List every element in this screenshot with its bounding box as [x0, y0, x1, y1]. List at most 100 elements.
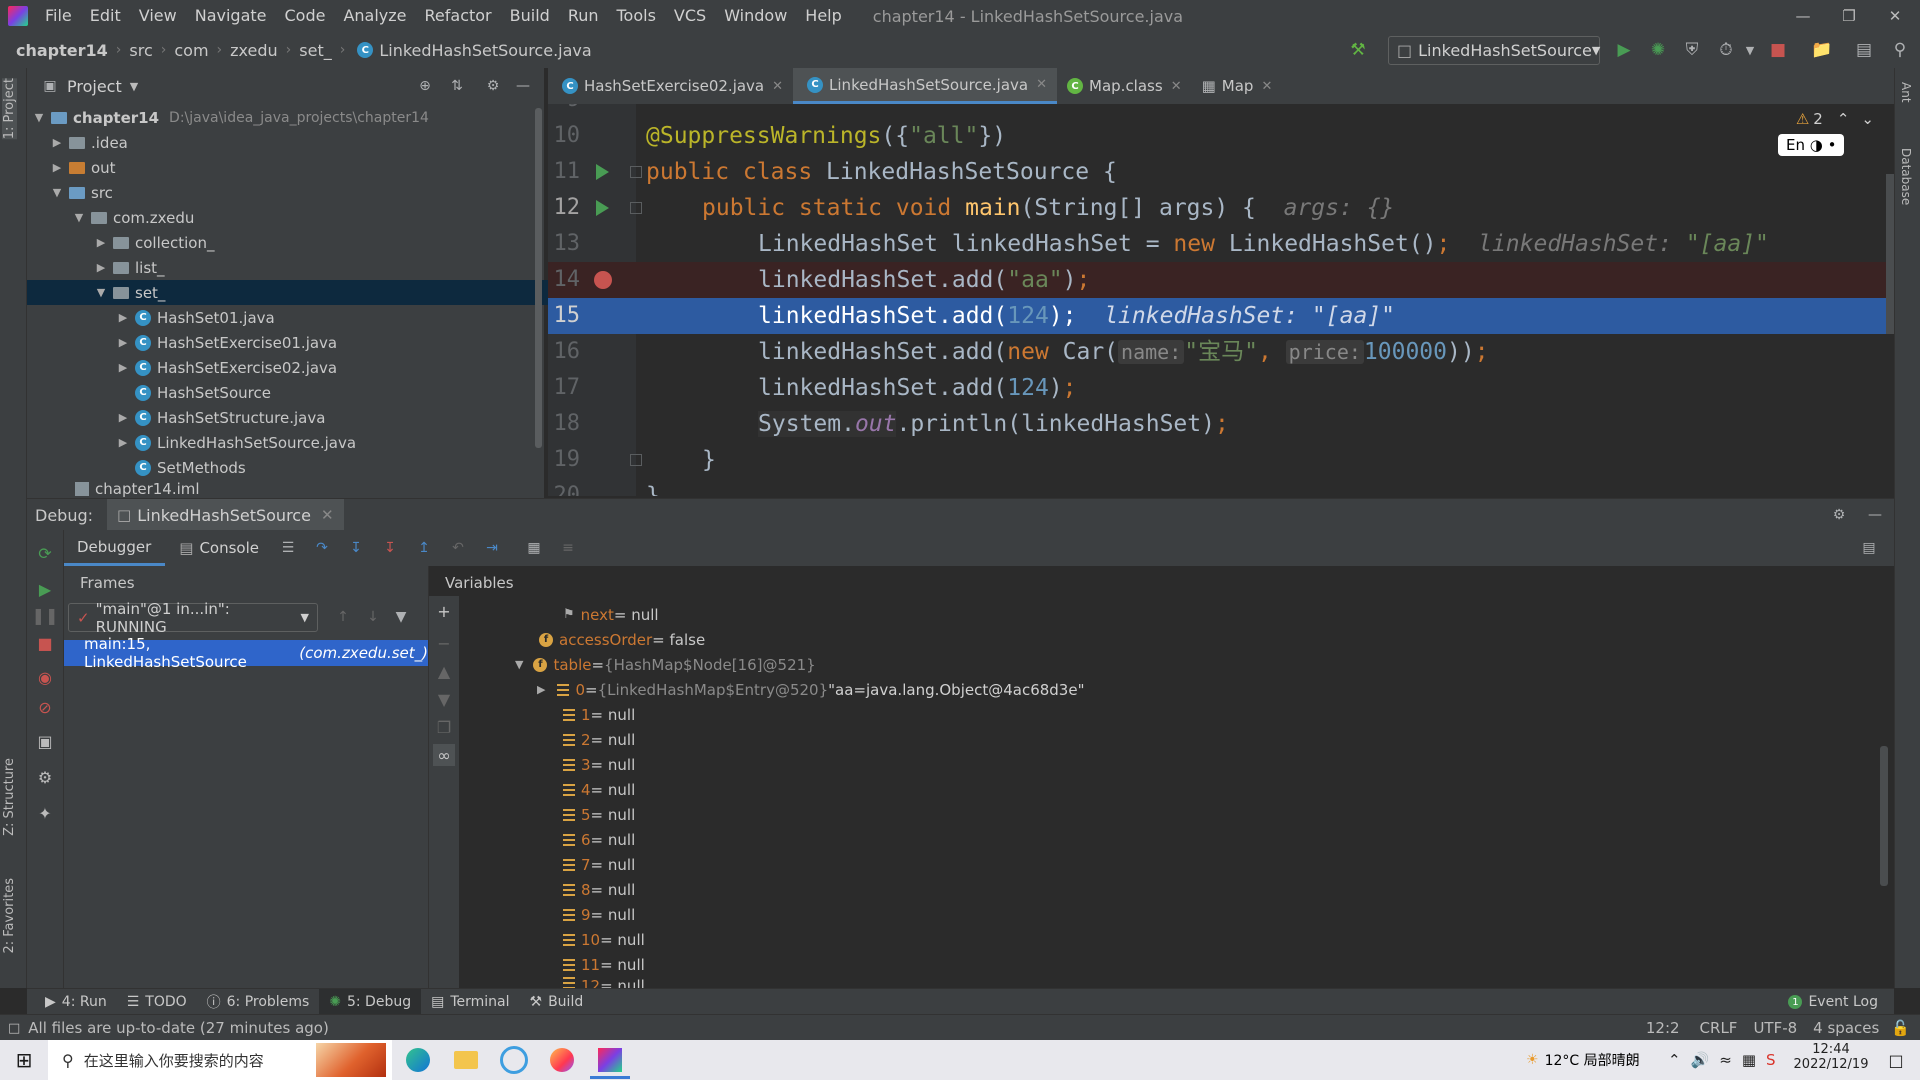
- menu-refactor[interactable]: Refactor: [416, 0, 501, 32]
- tab-console[interactable]: ▤ Console: [165, 530, 273, 566]
- step-into-icon[interactable]: ↧: [345, 537, 367, 559]
- view-breakpoints-icon[interactable]: ◉: [34, 666, 56, 688]
- menu-help[interactable]: Help: [796, 0, 850, 32]
- minimize-button[interactable]: —: [1780, 0, 1826, 32]
- tab-run[interactable]: ▶ 4: Run: [35, 989, 117, 1015]
- profile-dropdown-icon[interactable]: ▼: [1738, 38, 1762, 62]
- toggle-layout-icon[interactable]: ▤: [1852, 38, 1876, 62]
- tree-item-iml[interactable]: chapter14.iml: [27, 480, 592, 498]
- chevron-down-icon[interactable]: ⌄: [1861, 110, 1874, 128]
- fold-marker-icon[interactable]: [630, 454, 642, 466]
- run-gutter-icon[interactable]: [596, 164, 609, 180]
- arrow-up-icon[interactable]: ↑: [332, 606, 354, 628]
- menu-view[interactable]: View: [130, 0, 186, 32]
- coverage-icon[interactable]: ⛨: [1680, 38, 1704, 62]
- pin-icon[interactable]: ✦: [34, 802, 56, 824]
- debug-session-tab[interactable]: □ LinkedHashSetSource ✕: [107, 499, 344, 531]
- var-accessorder[interactable]: f accessOrder = false: [539, 627, 705, 652]
- intellij-taskbar-icon[interactable]: [590, 1044, 630, 1079]
- code-line-11[interactable]: 11 public class LinkedHashSetSource {: [548, 154, 1894, 190]
- var-table-12[interactable]: 12 = null: [563, 977, 645, 988]
- code-line-17[interactable]: 17 linkedHashSet.add(124);: [548, 370, 1894, 406]
- project-panel-title[interactable]: Project: [67, 77, 122, 96]
- ant-tool-tab[interactable]: Ant: [1899, 82, 1913, 103]
- crumb-project[interactable]: chapter14: [16, 41, 108, 60]
- var-table-9[interactable]: 9 = null: [563, 902, 635, 927]
- collapsed-arrow-icon[interactable]: ▶: [49, 136, 65, 149]
- tab-map-class[interactable]: C Map.class ✕: [1057, 68, 1192, 104]
- status-toggle-icon[interactable]: □: [8, 1021, 20, 1036]
- mute-breakpoints-icon[interactable]: ⊘: [34, 696, 56, 718]
- collapsed-arrow-icon[interactable]: ▶: [537, 683, 545, 696]
- tree-item-out[interactable]: ▶ out: [27, 155, 566, 180]
- remove-watch-icon[interactable]: −: [433, 632, 455, 654]
- show-watches-icon[interactable]: ∞: [433, 744, 455, 766]
- clock[interactable]: 12:44 2022/12/19: [1786, 1042, 1876, 1072]
- tab-hashsetexercise02[interactable]: C HashSetExercise02.java ✕: [548, 68, 793, 104]
- fold-marker-icon[interactable]: [630, 202, 642, 214]
- restore-button[interactable]: ❐: [1826, 0, 1872, 32]
- var-table[interactable]: ▼ f table = {HashMap$Node[16]@521}: [515, 652, 816, 677]
- code-line-19[interactable]: 19 }: [548, 442, 1894, 478]
- code-line-15[interactable]: 15 linkedHashSet.add(124); linkedHashSet…: [548, 298, 1894, 334]
- filter-icon[interactable]: ▼: [390, 606, 412, 628]
- var-table-7[interactable]: 7 = null: [563, 852, 635, 877]
- menu-tools[interactable]: Tools: [608, 0, 665, 32]
- tab-problems[interactable]: ⓘ 6: Problems: [197, 989, 320, 1015]
- menu-build[interactable]: Build: [501, 0, 559, 32]
- code-line-12[interactable]: 12 public static void main(String[] args…: [548, 190, 1894, 226]
- camera-icon[interactable]: ▣: [34, 730, 56, 752]
- tree-item-collection[interactable]: ▶ collection_: [27, 230, 610, 255]
- edge-icon[interactable]: [398, 1044, 438, 1076]
- close-icon[interactable]: ✕: [1036, 77, 1047, 92]
- tree-item-set[interactable]: ▼ set_: [27, 280, 610, 305]
- stack-frame[interactable]: main:15, LinkedHashSetSource (com.zxedu.…: [64, 635, 428, 671]
- tab-build[interactable]: ⚒ Build: [520, 989, 594, 1015]
- collapsed-arrow-icon[interactable]: ▶: [93, 236, 109, 249]
- menu-window[interactable]: Window: [715, 0, 796, 32]
- close-icon[interactable]: ✕: [1261, 79, 1272, 94]
- pause-icon[interactable]: ❚❚: [32, 604, 59, 626]
- expanded-arrow-icon[interactable]: ▼: [71, 211, 87, 224]
- code-line-9[interactable]: 9: [548, 104, 1894, 118]
- gear-icon[interactable]: ⚙: [34, 766, 56, 788]
- chevron-up-icon[interactable]: ⌃: [1837, 110, 1850, 128]
- tab-event-log[interactable]: 1 Event Log: [1778, 989, 1888, 1015]
- trace-stream-icon[interactable]: ≡: [557, 537, 579, 559]
- lock-icon[interactable]: 🔓: [1891, 1019, 1910, 1037]
- thread-select[interactable]: ✓ "main"@1 in...in": RUNNING ▼: [68, 600, 318, 636]
- chevron-down-icon[interactable]: ▼: [130, 80, 138, 93]
- file-encoding[interactable]: UTF-8: [1753, 1019, 1797, 1037]
- code-line-18[interactable]: 18 System.out.println(linkedHashSet);: [548, 406, 1894, 442]
- code-line-13[interactable]: 13 LinkedHashSet linkedHashSet = new Lin…: [548, 226, 1894, 262]
- var-table-2[interactable]: 2 = null: [563, 727, 635, 752]
- search-icon[interactable]: ⚲: [1888, 38, 1912, 62]
- tab-terminal[interactable]: ▤ Terminal: [421, 989, 519, 1015]
- menu-edit[interactable]: Edit: [81, 0, 130, 32]
- tree-item-com-zxedu[interactable]: ▼ com.zxedu: [27, 205, 588, 230]
- drop-frame-icon[interactable]: ↶: [447, 537, 469, 559]
- tab-map[interactable]: ▦ Map ✕: [1192, 68, 1283, 104]
- menu-code[interactable]: Code: [276, 0, 335, 32]
- run-config-select[interactable]: □ LinkedHashSetSource ▼: [1388, 36, 1600, 65]
- duplicate-icon[interactable]: ❐: [433, 716, 455, 738]
- breakpoint-icon[interactable]: [594, 271, 612, 289]
- tree-item-idea[interactable]: ▶ .idea: [27, 130, 566, 155]
- debug-bug-icon[interactable]: ✺: [1646, 38, 1670, 62]
- rerun-icon[interactable]: ⟳: [34, 542, 56, 564]
- build-hammer-icon[interactable]: ⚒: [1346, 38, 1370, 62]
- var-table-1[interactable]: 1 = null: [563, 702, 635, 727]
- menu-run[interactable]: Run: [559, 0, 608, 32]
- firefox-icon[interactable]: [542, 1044, 582, 1076]
- var-next[interactable]: ⚑ next = null: [563, 602, 659, 627]
- hide-panel-icon[interactable]: —: [1864, 504, 1886, 526]
- crumb-set[interactable]: set_: [299, 41, 331, 60]
- force-step-into-icon[interactable]: ↧: [379, 537, 401, 559]
- volume-icon[interactable]: 🔊: [1691, 1051, 1710, 1069]
- collapsed-arrow-icon[interactable]: ▶: [115, 411, 131, 424]
- crumb-zxedu[interactable]: zxedu: [230, 41, 278, 60]
- move-down-icon[interactable]: ▼: [433, 688, 455, 710]
- internet-explorer-icon[interactable]: [494, 1044, 534, 1076]
- step-over-icon[interactable]: ↷: [311, 537, 333, 559]
- collapsed-arrow-icon[interactable]: ▶: [93, 261, 109, 274]
